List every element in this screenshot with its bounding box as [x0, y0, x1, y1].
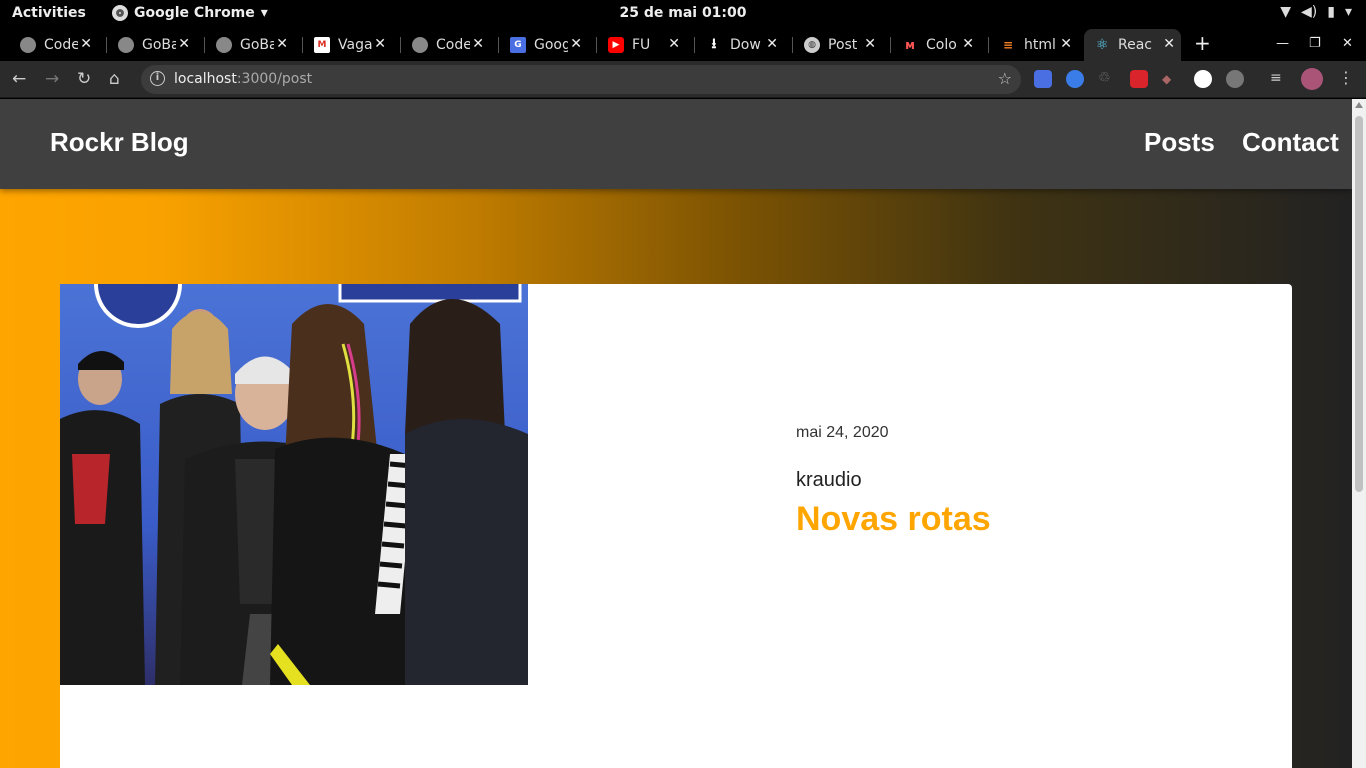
menu-kebab-icon[interactable]: ⋮ [1338, 68, 1356, 87]
react-icon: ⚛ [1095, 37, 1109, 53]
close-icon[interactable]: ✕ [276, 36, 288, 52]
battery-icon: ▮ [1327, 4, 1335, 20]
nav-posts-link[interactable]: Posts [1144, 127, 1215, 158]
web-page: Rockr Blog Posts Contact mai 24, 2020 kr… [0, 99, 1352, 768]
tab-title: Dow [730, 37, 761, 53]
tab-title: Colo [926, 37, 957, 53]
site-header: Rockr Blog Posts Contact [0, 99, 1352, 189]
close-icon[interactable]: ✕ [178, 36, 190, 52]
bookmark-star-icon[interactable]: ☆ [998, 69, 1012, 88]
page-scrollbar[interactable] [1352, 99, 1366, 768]
close-icon[interactable]: ✕ [962, 36, 974, 52]
google-translate-extension-icon[interactable] [1034, 70, 1052, 88]
tab-title: Post [828, 37, 858, 53]
post-title-link[interactable]: Novas rotas [796, 500, 991, 539]
tab-10[interactable]: ≡ html ✕ [980, 29, 1078, 61]
back-icon[interactable]: ← [12, 69, 26, 89]
tab-6[interactable]: ▶ FU ✕ [588, 29, 686, 61]
react-devtools-extension-icon[interactable] [1130, 70, 1148, 88]
github-icon [216, 37, 232, 53]
download-icon: ⭳ [711, 36, 717, 52]
github-icon [412, 37, 428, 53]
stackoverflow-icon: ≡ [1002, 38, 1014, 52]
avatar[interactable] [1301, 68, 1323, 90]
tab-title: GoBa [240, 37, 274, 53]
post-author: kraudio [796, 469, 862, 491]
url-path: :3000/post [236, 71, 313, 87]
window-close-icon[interactable]: ✕ [1342, 36, 1353, 51]
tab-strip: Code ✕ GoBa ✕ GoBa ✕ M Vaga ✕ Code ✕ G G… [0, 27, 1366, 61]
home-icon[interactable]: ⌂ [109, 69, 120, 89]
close-icon[interactable]: ✕ [80, 36, 92, 52]
recycle-extension-icon[interactable]: ♲ [1098, 70, 1116, 88]
wifi-icon: ▼ [1280, 4, 1292, 20]
google-translate-icon: G [510, 37, 526, 53]
close-icon[interactable]: ✕ [1163, 36, 1175, 52]
tab-5[interactable]: G Goog ✕ [490, 29, 588, 61]
tab-2[interactable]: GoBa ✕ [196, 29, 294, 61]
media-control-icon[interactable]: ≡ [1270, 70, 1288, 88]
color-icon: ᴍ [905, 38, 915, 52]
volume-icon: ◀) [1301, 4, 1318, 20]
address-bar[interactable]: i localhost:3000/post ☆ [141, 65, 1021, 94]
chevron-down-icon: ▾ [1344, 4, 1352, 20]
site-brand-link[interactable]: Rockr Blog [50, 127, 189, 158]
new-tab-button[interactable]: + [1194, 31, 1211, 55]
app-name: Google Chrome [134, 5, 255, 21]
tab-7[interactable]: ⭳ Dow ✕ [686, 29, 784, 61]
tab-title: Vaga [338, 37, 372, 53]
close-icon[interactable]: ✕ [668, 36, 680, 52]
tab-title: Code [44, 37, 78, 53]
github-icon [118, 37, 134, 53]
app-menu[interactable]: Google Chrome ▾ [112, 5, 268, 21]
close-icon[interactable]: ✕ [374, 36, 386, 52]
github-icon [20, 37, 36, 53]
minimize-icon[interactable]: — [1276, 36, 1289, 51]
close-icon[interactable]: ✕ [864, 36, 876, 52]
nav-contact-link[interactable]: Contact [1242, 127, 1339, 158]
url-text[interactable]: localhost:3000/post [174, 71, 312, 87]
tab-title: GoBa [142, 37, 176, 53]
tab-4[interactable]: Code ✕ [392, 29, 490, 61]
post-date: mai 24, 2020 [796, 424, 889, 441]
maximize-icon[interactable]: ❐ [1309, 36, 1321, 51]
tab-title: html [1024, 37, 1056, 53]
url-host: localhost [174, 71, 237, 87]
system-top-bar: Activities Google Chrome ▾ 25 de mai 01:… [0, 0, 1366, 27]
tab-0[interactable]: Code ✕ [0, 29, 98, 61]
gmail-icon: M [314, 37, 330, 53]
extension-icon[interactable]: ◆ [1162, 72, 1180, 90]
reload-icon[interactable]: ↻ [77, 69, 91, 89]
globe-icon: ◍ [804, 37, 820, 53]
extension-icon[interactable] [1066, 70, 1084, 88]
post-card[interactable]: mai 24, 2020 kraudio Novas rotas [60, 284, 1292, 768]
chrome-icon [112, 5, 128, 21]
tab-title: FU [632, 37, 651, 53]
youtube-icon: ▶ [608, 37, 624, 53]
forward-icon[interactable]: → [45, 69, 59, 89]
tab-3[interactable]: M Vaga ✕ [294, 29, 392, 61]
tab-11-active[interactable]: ⚛ Reac ✕ [1084, 29, 1181, 61]
tab-9[interactable]: ᴍ Colo ✕ [882, 29, 980, 61]
browser-toolbar: ← → ↻ ⌂ i localhost:3000/post ☆ ♲ ◆ ≡ ⋮ [0, 61, 1366, 98]
close-icon[interactable]: ✕ [472, 36, 484, 52]
activities-button[interactable]: Activities [12, 5, 86, 21]
info-icon[interactable]: i [150, 71, 165, 86]
tab-1[interactable]: GoBa ✕ [98, 29, 196, 61]
caret-down-icon: ▾ [260, 5, 268, 21]
system-tray[interactable]: ▼ ◀) ▮ ▾ [1280, 4, 1352, 20]
tab-title: Goog [534, 37, 568, 53]
github-extension-icon[interactable] [1194, 70, 1212, 88]
post-image [60, 284, 528, 685]
tab-8[interactable]: ◍ Post ✕ [784, 29, 882, 61]
close-icon[interactable]: ✕ [1060, 36, 1072, 52]
tab-title: Reac [1118, 37, 1152, 53]
close-icon[interactable]: ✕ [570, 36, 582, 52]
scroll-up-icon[interactable] [1355, 102, 1363, 108]
extension-icon[interactable] [1226, 70, 1244, 88]
tab-title: Code [436, 37, 470, 53]
scrollbar-thumb[interactable] [1355, 116, 1363, 492]
close-icon[interactable]: ✕ [766, 36, 778, 52]
